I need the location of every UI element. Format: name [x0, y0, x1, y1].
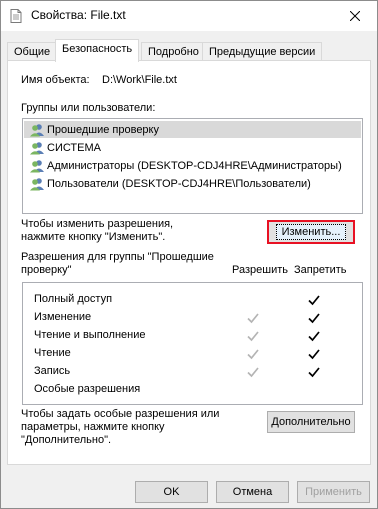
apply-button[interactable]: Применить [297, 481, 370, 503]
permission-name: Запись [34, 365, 71, 377]
deny-check-icon [308, 349, 320, 360]
permission-name: Чтение и выполнение [34, 329, 146, 341]
permission-name: Полный доступ [34, 293, 113, 305]
user-group-icon [30, 159, 44, 172]
allow-check-icon [247, 367, 259, 378]
permissions-header-line1: Разрешения для группы "Прошедшие [21, 251, 214, 263]
groups-label: Группы или пользователи: [21, 102, 156, 114]
ok-button[interactable]: OK [135, 481, 208, 503]
user-group-icon [30, 123, 44, 136]
change-hint-line2: нажмите кнопку "Изменить". [21, 231, 166, 243]
allow-check-icon [247, 313, 259, 324]
security-panel: Имя объекта: D:\Work\File.txt Группы или… [7, 60, 371, 465]
deny-check-icon [308, 295, 320, 306]
edit-button[interactable]: Изменить... [267, 220, 355, 244]
permission-row: Запись [23, 363, 362, 381]
allow-check-icon [247, 331, 259, 342]
tab-general[interactable]: Общие [7, 42, 58, 61]
permission-name: Особые разрешения [34, 383, 141, 395]
cancel-button[interactable]: Отмена [216, 481, 289, 503]
list-item-label: Пользователи (DESKTOP-CDJ4HRE\Пользовате… [47, 177, 311, 190]
properties-window: Свойства: File.txt Общие Безопасность По… [0, 0, 378, 509]
list-item[interactable]: Пользователи (DESKTOP-CDJ4HRE\Пользовате… [24, 175, 361, 192]
deny-column-header: Запретить [294, 264, 347, 276]
edit-button-label: Изменить... [275, 224, 347, 240]
advanced-hint-line2: параметры, нажмите кнопку [21, 421, 165, 433]
close-icon [350, 11, 360, 21]
close-button[interactable] [333, 1, 377, 31]
permission-name: Чтение [34, 347, 71, 359]
allow-column-header: Разрешить [232, 264, 288, 276]
list-item[interactable]: Администраторы (DESKTOP-CDJ4HRE\Админист… [24, 157, 361, 174]
permission-name: Изменение [34, 311, 92, 323]
change-hint-line1: Чтобы изменить разрешения, [21, 218, 174, 230]
advanced-hint-line3: "Дополнительно". [21, 434, 112, 446]
list-item[interactable]: Прошедшие проверку [24, 121, 361, 138]
permission-row: Полный доступ [23, 291, 362, 309]
list-item[interactable]: СИСТЕМА [24, 139, 361, 156]
advanced-button[interactable]: Дополнительно [267, 411, 355, 433]
advanced-hint-line1: Чтобы задать особые разрешения или [21, 408, 220, 420]
permission-row: Чтение [23, 345, 362, 363]
permission-row: Изменение [23, 309, 362, 327]
deny-check-icon [308, 331, 320, 342]
user-group-icon [30, 177, 44, 190]
object-name-label: Имя объекта: [21, 74, 90, 86]
allow-check-icon [247, 349, 259, 360]
object-name-value: D:\Work\File.txt [102, 74, 177, 86]
list-item-label: Администраторы (DESKTOP-CDJ4HRE\Админист… [47, 159, 342, 172]
tab-previous-versions[interactable]: Предыдущие версии [202, 42, 323, 61]
file-icon [10, 9, 22, 23]
tab-details[interactable]: Подробно [141, 42, 206, 61]
list-item-label: Прошедшие проверку [47, 123, 159, 136]
permissions-header-line2: проверку" [21, 264, 72, 276]
window-title: Свойства: File.txt [31, 8, 126, 22]
deny-check-icon [308, 313, 320, 324]
permissions-table: Полный доступ Изменение Чтение и выполнени… [22, 282, 363, 405]
permission-row: Особые разрешения [23, 381, 362, 399]
deny-check-icon [308, 367, 320, 378]
tab-security[interactable]: Безопасность [55, 39, 140, 62]
user-group-icon [30, 141, 44, 154]
permission-row: Чтение и выполнение [23, 327, 362, 345]
title-bar[interactable]: Свойства: File.txt [1, 1, 377, 31]
groups-listbox[interactable]: Прошедшие проверку СИСТЕМА Администратор… [22, 118, 363, 214]
list-item-label: СИСТЕМА [47, 141, 101, 154]
